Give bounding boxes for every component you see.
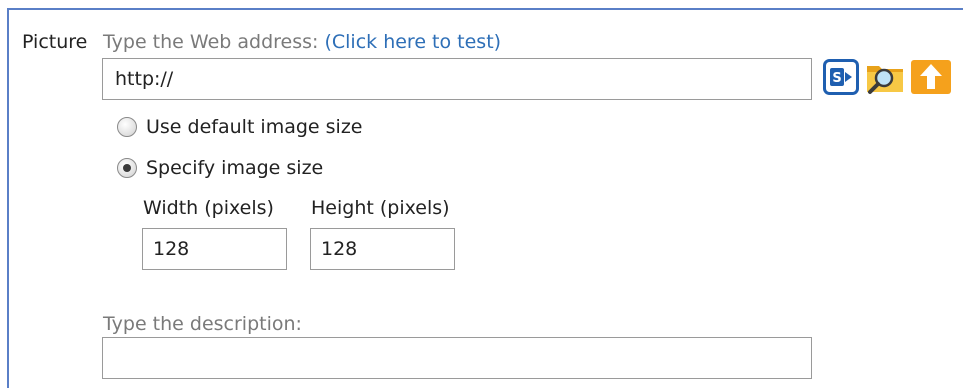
click-here-to-test-link[interactable]: Click here to test [332, 31, 494, 53]
web-address-hint: Type the Web address: (Click here to tes… [103, 31, 501, 53]
picture-url-input[interactable] [102, 58, 812, 100]
specify-size-label: Specify image size [146, 157, 324, 179]
test-link-open-paren: ( [324, 31, 332, 53]
description-hint: Type the description: [103, 313, 302, 335]
description-input[interactable] [102, 337, 812, 379]
default-size-option[interactable]: Use default image size [117, 116, 363, 138]
svg-text:S: S [832, 71, 841, 86]
upload-button[interactable] [911, 58, 951, 100]
specify-size-radio[interactable] [117, 158, 137, 178]
sharepoint-browse-button[interactable]: S [822, 59, 860, 99]
default-size-label: Use default image size [146, 116, 363, 138]
height-label: Height (pixels) [311, 197, 450, 219]
upload-icon [911, 58, 951, 100]
width-label: Width (pixels) [143, 197, 274, 219]
default-size-radio[interactable] [117, 117, 137, 137]
test-link-close-paren: ) [493, 31, 502, 53]
height-input[interactable] [310, 228, 455, 270]
sharepoint-browse-icon: S [823, 59, 859, 99]
specify-size-option[interactable]: Specify image size [117, 157, 323, 179]
width-input[interactable] [142, 228, 287, 270]
web-address-hint-text: Type the Web address: [103, 31, 325, 53]
picture-field-label: Picture [22, 31, 88, 53]
browse-folder-button[interactable] [866, 60, 904, 98]
folder-search-icon [865, 58, 905, 100]
